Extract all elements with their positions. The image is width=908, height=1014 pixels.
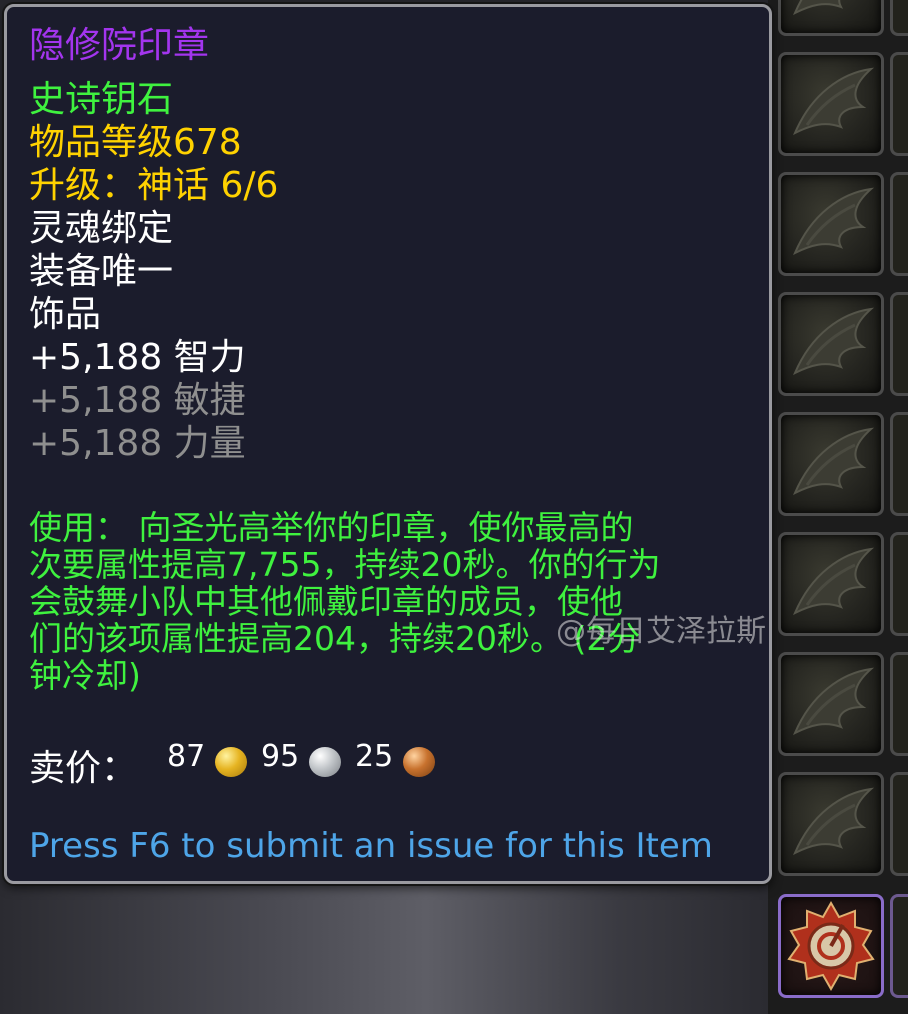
bag-slot[interactable] (778, 652, 884, 756)
sell-price-label: 卖价： (29, 748, 138, 789)
item-level: 物品等级678 (29, 122, 242, 163)
item-name: 隐修院印章 (29, 25, 210, 66)
bag-slot-edge (890, 412, 908, 516)
use-effect-line: 钟冷却) (29, 656, 141, 695)
gold-amount: 87 (167, 739, 206, 774)
bag-slot-edge (890, 894, 908, 998)
bag-slot-edge (890, 0, 908, 36)
use-effect-line: 次要属性提高7,755，持续20秒。你的行为 (29, 545, 661, 584)
bag-slot-selected[interactable] (778, 894, 884, 998)
bag-slot[interactable] (778, 172, 884, 276)
bag-slot-edge (890, 292, 908, 396)
dark-wing-icon (793, 67, 875, 136)
dark-wing-icon (793, 667, 875, 736)
use-effect-line: 们的该项属性提高204，持续20秒。 (2分 (29, 619, 641, 658)
stat-intellect: +5,188 智力 (29, 337, 246, 378)
bag-slot[interactable] (778, 292, 884, 396)
bag-slot-edge (890, 532, 908, 636)
upgrade-level: 升级：神话 6/6 (29, 165, 279, 206)
copper-coin-icon (403, 747, 435, 777)
stat-agility: +5,188 敏捷 (29, 380, 246, 421)
sell-price-row: 卖价： 87 95 25 (29, 737, 529, 789)
bag-slot-edge (890, 52, 908, 156)
use-effect-line: 使用： 向圣光高举你的印章，使你最高的 (29, 508, 634, 547)
bag-slot[interactable] (778, 772, 884, 876)
silver-amount: 95 (261, 739, 300, 774)
dark-wing-icon (793, 187, 875, 256)
dark-wing-icon (793, 547, 875, 616)
bag-slot-edge (890, 172, 908, 276)
equip-slot: 饰品 (29, 294, 102, 335)
dark-wing-icon (793, 427, 875, 496)
bag-slot-edge (890, 772, 908, 876)
unique-equipped: 装备唯一 (29, 251, 174, 292)
bag-slot[interactable] (778, 52, 884, 156)
use-effect-line: 会鼓舞小队中其他佩戴印章的成员，使他 (29, 582, 623, 621)
use-effect: 使用： 向圣光高举你的印章，使你最高的 次要属性提高7,755，持续20秒。你的… (29, 509, 759, 694)
bag-slot-edge (890, 652, 908, 756)
item-tooltip: 隐修院印章 史诗钥石 物品等级678 升级：神话 6/6 灵魂绑定 装备唯一 饰… (4, 4, 772, 884)
stat-strength: +5,188 力量 (29, 423, 246, 464)
game-background (0, 880, 775, 1014)
copper-amount: 25 (355, 739, 394, 774)
bag-slot[interactable] (778, 412, 884, 516)
bind-type: 灵魂绑定 (29, 208, 174, 249)
issue-hint: Press F6 to submit an issue for this Ite… (29, 826, 713, 866)
silver-coin-icon (309, 747, 341, 777)
red-seal-icon (787, 900, 875, 992)
dark-wing-icon (793, 0, 844, 16)
dark-wing-icon (793, 307, 875, 376)
bag-slot[interactable] (778, 532, 884, 636)
dark-wing-icon (793, 787, 875, 856)
gold-coin-icon (215, 747, 247, 777)
item-type: 史诗钥石 (29, 79, 174, 120)
bag-slot[interactable] (778, 0, 884, 36)
